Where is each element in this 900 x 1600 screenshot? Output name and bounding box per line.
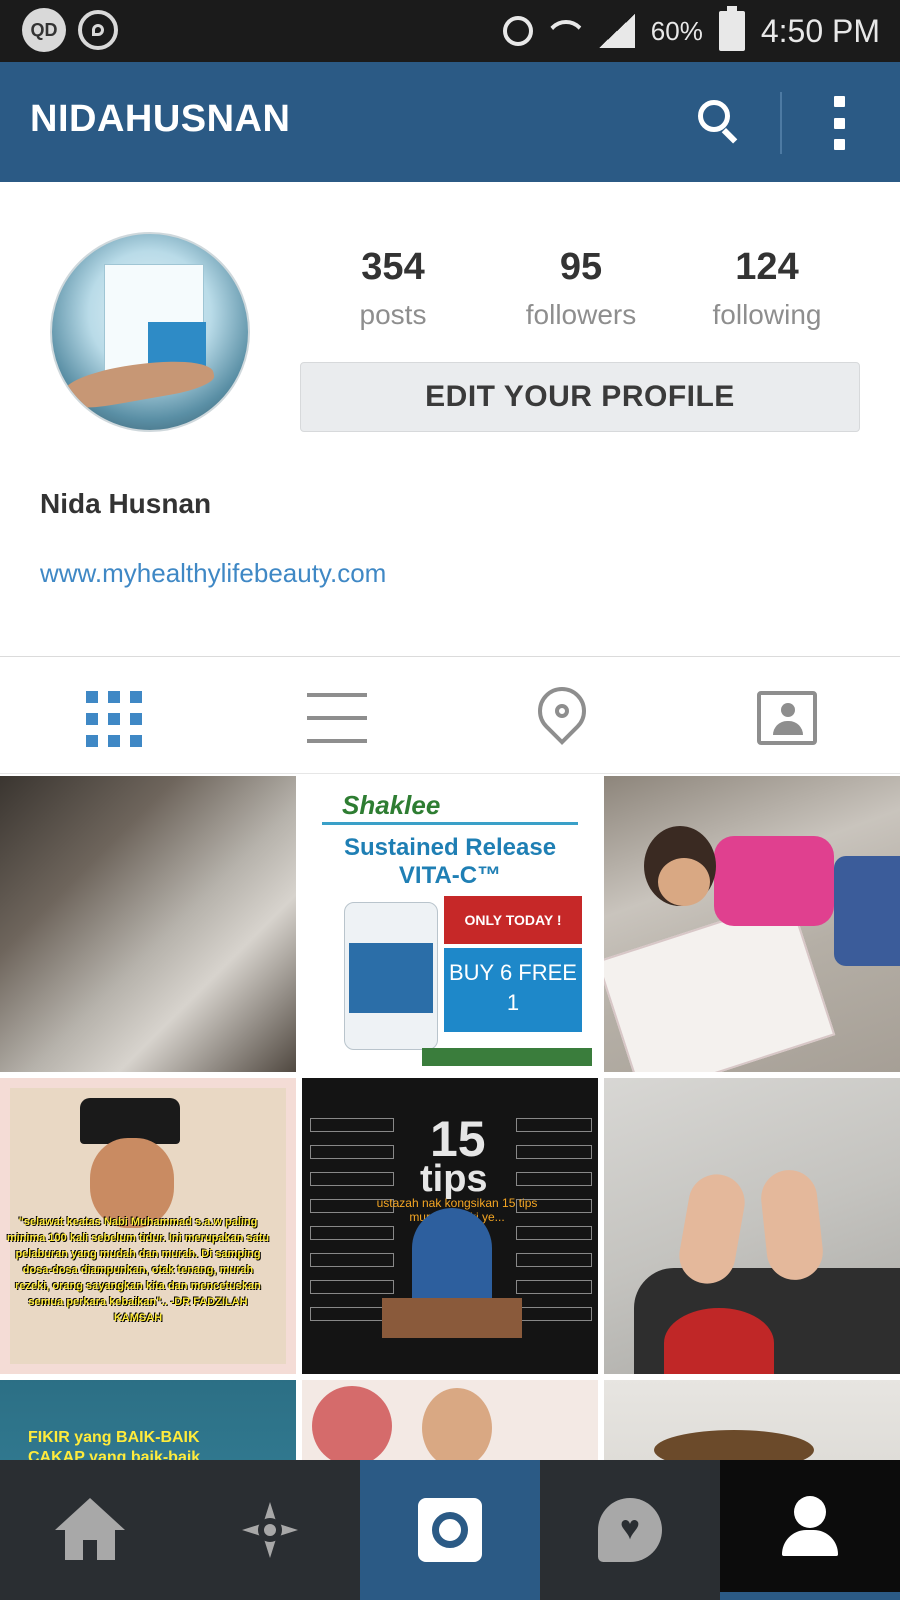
header-divider <box>780 92 782 154</box>
photo-fikir-line2: CAKAP yang baik-baik <box>28 1449 201 1460</box>
tab-list[interactable] <box>225 657 450 775</box>
app-header: NIDAHUSNAN <box>0 62 900 182</box>
nav-explore[interactable] <box>180 1460 360 1600</box>
signal-icon <box>598 14 635 48</box>
photo-tile[interactable] <box>604 776 900 1072</box>
active-tab-indicator <box>720 1592 900 1600</box>
battery-icon <box>718 6 745 51</box>
location-pin-icon <box>528 677 596 745</box>
nav-camera[interactable] <box>360 1460 540 1600</box>
stat-posts[interactable]: 354 posts <box>308 246 478 331</box>
nav-profile[interactable] <box>720 1460 900 1600</box>
wifi-icon <box>549 16 583 46</box>
tab-places[interactable] <box>450 657 675 775</box>
stat-followers[interactable]: 95 followers <box>496 246 666 331</box>
photo-tile[interactable]: 15 tips ustazah nak kongsikan 15 tips mu… <box>302 1078 598 1374</box>
tab-tagged[interactable] <box>675 657 900 775</box>
followers-count: 95 <box>559 246 603 288</box>
photo-fikir-line1: FIKIR yang BAIK-BAIK <box>28 1429 200 1446</box>
home-icon <box>55 1498 125 1562</box>
photo-brand-text: Shaklee <box>342 790 441 820</box>
qd-badge-icon: QD <box>22 8 66 52</box>
avatar[interactable] <box>50 232 250 432</box>
following-label: following <box>712 299 822 330</box>
photo-offer-text: ONLY TODAY ! <box>444 896 582 944</box>
photo-tile[interactable] <box>302 1380 598 1460</box>
profile-view-tabs <box>0 656 900 774</box>
explore-icon <box>236 1496 304 1564</box>
activity-icon <box>598 1498 662 1562</box>
photo-quote-text: "selawat keatas Nabi Muhammad s.a.w pali… <box>6 1216 270 1324</box>
camera-icon <box>418 1498 482 1562</box>
nav-home[interactable] <box>0 1460 180 1600</box>
more-options-icon[interactable] <box>832 96 846 150</box>
profile-icon <box>778 1496 842 1560</box>
nav-activity[interactable] <box>540 1460 720 1600</box>
photo-grid: Shaklee Sustained Release VITA-C™ ONLY T… <box>0 776 900 1460</box>
following-count: 124 <box>735 246 799 288</box>
followers-label: followers <box>525 299 637 330</box>
photo-title-line1: Sustained Release <box>343 834 557 861</box>
clock: 4:50 PM <box>760 12 880 49</box>
photo-tips-word: tips <box>420 1158 488 1200</box>
photo-tips-number: 15 <box>430 1111 486 1167</box>
status-bar: QD 60% 4:50 PM <box>0 0 900 62</box>
bottom-navigation <box>0 1460 900 1600</box>
grid-icon <box>86 691 142 747</box>
posts-label: posts <box>359 299 427 330</box>
photo-deal-text: BUY 6 FREE 1 <box>444 948 582 1032</box>
tagged-photos-icon <box>757 691 817 745</box>
profile-website-link[interactable]: www.myhealthylifebeauty.com <box>40 558 386 589</box>
whatsapp-icon <box>78 10 118 50</box>
edit-profile-button[interactable]: EDIT YOUR PROFILE <box>300 362 860 432</box>
photo-tile[interactable]: FIKIR yang BAIK-BAIK CAKAP yang baik-bai… <box>0 1380 296 1460</box>
list-icon <box>307 693 367 743</box>
photo-title-line2: VITA-C™ <box>398 862 502 889</box>
stat-following[interactable]: 124 following <box>682 246 852 331</box>
alarm-icon <box>502 16 533 46</box>
photo-tile[interactable] <box>0 776 296 1072</box>
photo-tile[interactable]: "selawat keatas Nabi Muhammad s.a.w pali… <box>0 1078 296 1374</box>
profile-username: NIDAHUSNAN <box>30 98 291 140</box>
photo-tile[interactable] <box>604 1078 900 1374</box>
posts-count: 354 <box>361 246 425 288</box>
tab-grid[interactable] <box>0 657 225 775</box>
profile-full-name: Nida Husnan <box>40 488 212 519</box>
battery-percent: 60% <box>650 15 703 46</box>
photo-tile[interactable] <box>604 1380 900 1460</box>
photo-tile[interactable]: Shaklee Sustained Release VITA-C™ ONLY T… <box>302 776 598 1072</box>
search-icon[interactable] <box>696 98 744 146</box>
